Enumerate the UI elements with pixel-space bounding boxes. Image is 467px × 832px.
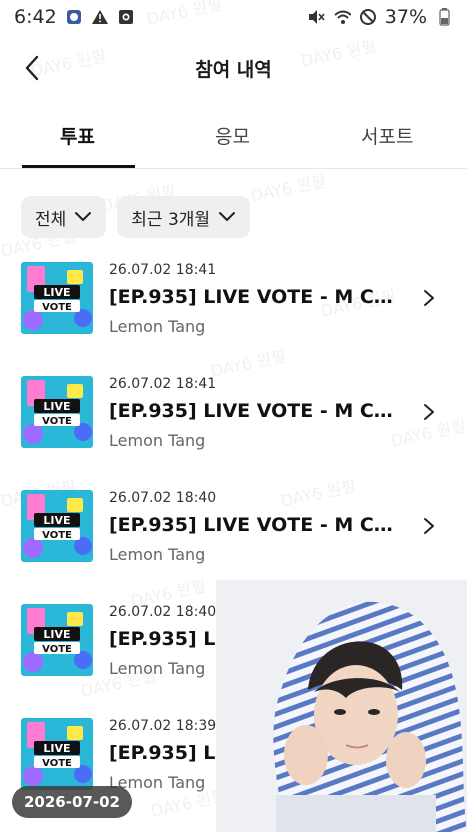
list-item[interactable]: LIVE VOTE 26.07.02 18:41 [EP.935] LIVE V…	[0, 372, 467, 486]
item-title: [EP.935] LIVE VOTE - M CO...	[109, 514, 399, 536]
wifi-icon	[333, 8, 351, 26]
item-date: 26.07.02 18:41	[109, 262, 217, 278]
live-vote-thumbnail: LIVE VOTE	[21, 262, 93, 334]
item-subtitle: Lemon Tang	[109, 659, 206, 678]
thumb-text-live: LIVE	[43, 742, 70, 755]
list-item[interactable]: LIVE VOTE 26.07.02 18:41 [EP.935] LIVE V…	[0, 258, 467, 372]
back-arrow-icon	[25, 55, 39, 81]
thumb-text-vote: VOTE	[42, 644, 72, 655]
date-badge: 2026-07-02	[12, 786, 132, 818]
live-vote-thumbnail: LIVE VOTE	[21, 490, 93, 562]
screen-record-icon	[117, 8, 135, 26]
chevron-down-icon	[75, 212, 92, 221]
live-vote-thumbnail: LIVE VOTE	[21, 718, 93, 790]
chevron-right-icon	[424, 404, 434, 420]
do-not-disturb-icon	[359, 8, 377, 26]
item-subtitle: Lemon Tang	[109, 545, 206, 564]
thumb-text-live: LIVE	[43, 514, 70, 527]
thumb-text-live: LIVE	[43, 400, 70, 413]
filter-period-dropdown[interactable]: 최근 3개월	[117, 196, 251, 238]
item-subtitle: Lemon Tang	[109, 431, 206, 450]
status-time: 6:42	[14, 6, 57, 28]
thumb-text-vote: VOTE	[42, 758, 72, 769]
mute-icon	[307, 8, 325, 26]
warning-icon	[91, 8, 109, 26]
filter-all-dropdown[interactable]: 전체	[21, 196, 107, 238]
thumb-text-vote: VOTE	[42, 302, 72, 313]
item-date: 26.07.02 18:41	[109, 376, 217, 392]
overlay-photo	[216, 580, 467, 832]
thumb-text-vote: VOTE	[42, 416, 72, 427]
live-vote-thumbnail: LIVE VOTE	[21, 604, 93, 676]
filter-period-label: 최근 3개월	[131, 209, 211, 230]
item-date: 26.07.02 18:39	[109, 718, 217, 734]
live-vote-thumbnail: LIVE VOTE	[21, 376, 93, 448]
watermark: DAY6 원필	[249, 171, 328, 206]
item-date: 26.07.02 18:40	[109, 604, 217, 620]
page-title: 참여 내역	[195, 58, 272, 81]
tab-apply[interactable]: 응모	[215, 122, 250, 149]
chevron-right-icon	[424, 518, 434, 534]
tab-divider	[0, 168, 467, 169]
item-title: [EP.935] LIVE VOTE - M CO...	[109, 286, 399, 308]
battery-icon	[435, 8, 453, 26]
item-subtitle: Lemon Tang	[109, 317, 206, 336]
tab-vote[interactable]: 투표	[60, 122, 95, 149]
thumb-text-vote: VOTE	[42, 530, 72, 541]
thumb-text-live: LIVE	[43, 628, 70, 641]
header: 참여 내역	[0, 44, 467, 92]
chevron-right-icon	[424, 290, 434, 306]
tab-bar: 투표 응모 서포트	[0, 112, 467, 170]
thumb-text-live: LIVE	[43, 286, 70, 299]
tab-support[interactable]: 서포트	[361, 122, 413, 149]
filter-bar: 전체 최근 3개월	[21, 196, 251, 238]
item-date: 26.07.02 18:40	[109, 490, 217, 506]
battery-percent: 37%	[384, 6, 427, 28]
chevron-down-icon	[219, 212, 236, 221]
status-bar: 6:42 37%	[0, 0, 467, 34]
back-button[interactable]	[22, 54, 44, 82]
filter-all-label: 전체	[35, 209, 67, 230]
notification-app-icon	[65, 8, 83, 26]
item-title: [EP.935] LIVE VOTE - M CO...	[109, 400, 399, 422]
